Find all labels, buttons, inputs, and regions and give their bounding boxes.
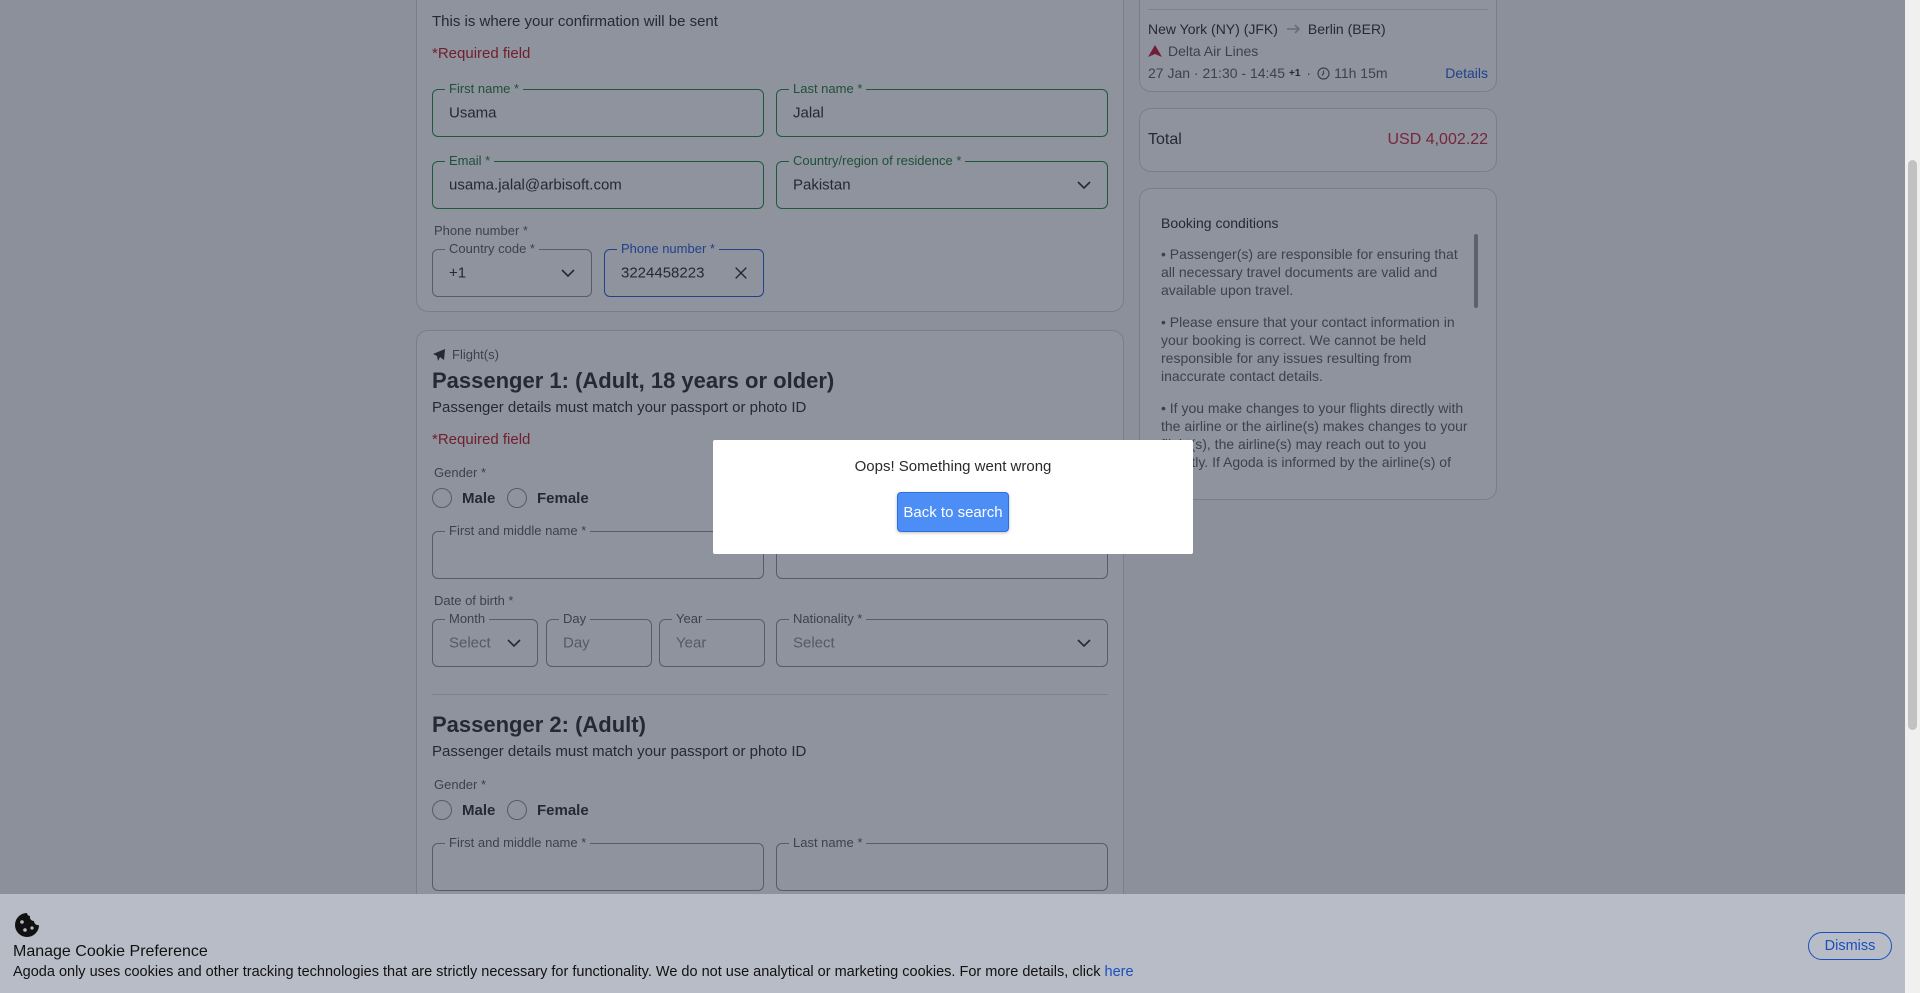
- back-to-search-button[interactable]: Back to search: [897, 492, 1009, 532]
- dismiss-button[interactable]: Dismiss: [1808, 932, 1892, 960]
- cookie-icon: [15, 913, 39, 937]
- cookie-title: Manage Cookie Preference: [13, 943, 208, 960]
- error-modal: Oops! Something went wrong Back to searc…: [713, 440, 1193, 554]
- cookie-banner: Manage Cookie Preference Agoda only uses…: [0, 894, 1905, 993]
- cookie-here-link[interactable]: here: [1105, 964, 1134, 980]
- page-scrollbar[interactable]: [1905, 0, 1920, 993]
- scrollbar-thumb[interactable]: [1908, 160, 1917, 730]
- cookie-description: Agoda only uses cookies and other tracki…: [13, 964, 1105, 980]
- error-message: Oops! Something went wrong: [854, 458, 1052, 475]
- cookie-text: Agoda only uses cookies and other tracki…: [13, 964, 1134, 980]
